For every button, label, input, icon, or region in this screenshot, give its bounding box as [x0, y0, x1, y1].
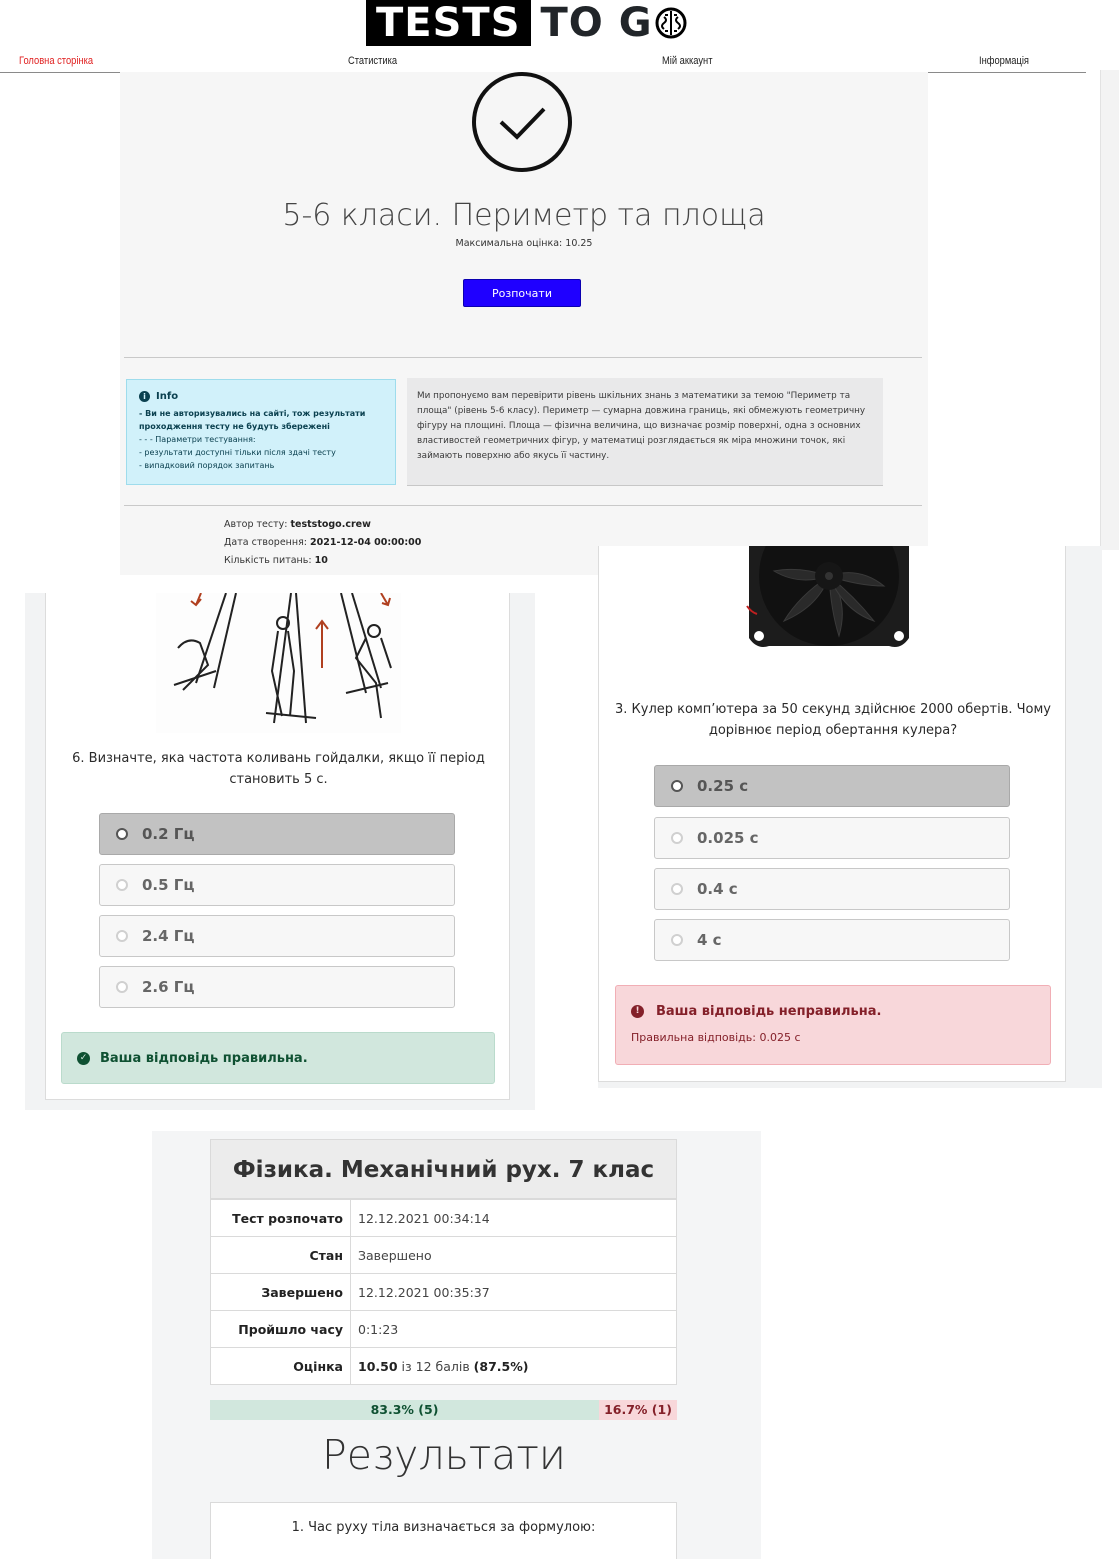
radio-icon [671, 832, 683, 844]
answer-option[interactable]: 4 с [654, 919, 1010, 961]
info-title-text: Info [156, 391, 179, 402]
row-key: Оцінка [210, 1347, 351, 1385]
check-circle-icon: ✓ [77, 1051, 90, 1065]
radio-icon [116, 879, 128, 891]
results-progress-bar: 83.3% (5) 16.7% (1) [210, 1400, 677, 1420]
brain-icon [655, 7, 687, 39]
answer-option[interactable]: 0.025 с [654, 817, 1010, 859]
radio-icon [671, 934, 683, 946]
result-question-card: 1. Час руху тіла визначається за формуло… [210, 1502, 677, 1559]
table-row: Пройшло часу 0:1:23 [210, 1310, 677, 1348]
wrong-answer-alert: ! Ваша відповідь неправильна. Правильна … [615, 985, 1051, 1065]
nav-statistics[interactable]: Статистика [348, 55, 397, 67]
answer-label: 0.025 с [697, 829, 759, 847]
answer-option[interactable]: 2.4 Гц [99, 915, 455, 957]
table-row: Оцінка 10.50 із 12 балів (87.5%) [210, 1347, 677, 1385]
table-row: Завершено 12.12.2021 00:35:37 [210, 1273, 677, 1311]
row-value: Завершено [350, 1236, 677, 1274]
site-logo[interactable]: TESTS TO G [366, 0, 687, 46]
info-warning: - Ви не авторизувались на сайті, тож рез… [139, 409, 366, 431]
feedback-text: Ваша відповідь неправильна. [656, 1004, 882, 1019]
test-description: Ми пропонуємо вам перевірити рівень шкіл… [407, 378, 883, 486]
nav-account[interactable]: Мій аккаунт [662, 55, 712, 67]
answer-option[interactable]: 0.2 Гц [99, 813, 455, 855]
radio-icon [671, 883, 683, 895]
meta-author: Автор тесту: teststogo.crew [224, 519, 371, 530]
meta-created: Дата створення: 2021-12-04 00:00:00 [224, 537, 422, 548]
info-alert: i Info - Ви не авторизувались на сайті, … [126, 379, 396, 485]
answer-label: 0.25 с [697, 777, 749, 795]
scrollbar-track[interactable] [1100, 70, 1119, 550]
answer-label: 0.5 Гц [142, 876, 195, 894]
row-value: 12.12.2021 00:35:37 [350, 1273, 677, 1311]
answer-option[interactable]: 0.4 с [654, 868, 1010, 910]
row-key: Пройшло часу [210, 1310, 351, 1348]
answer-option[interactable]: 0.25 с [654, 765, 1010, 807]
answer-option[interactable]: 0.5 Гц [99, 864, 455, 906]
answer-label: 4 с [697, 931, 722, 949]
info-param: - результати доступні тільки після здачі… [139, 448, 336, 457]
question-text: 3. Кулер комп’ютера за 50 секунд здійсню… [615, 702, 1051, 738]
checkmark-circle-icon [472, 72, 572, 172]
logo-text: TO G [540, 0, 653, 46]
row-key: Завершено [210, 1273, 351, 1311]
radio-icon [116, 981, 128, 993]
row-value: 0:1:23 [350, 1310, 677, 1348]
score-value: 10.50 із 12 балів (87.5%) [350, 1347, 677, 1385]
nav-info[interactable]: Інформація [979, 55, 1029, 67]
exclamation-circle-icon: ! [631, 1005, 644, 1018]
question-text: 6. Визначте, яка частота коливань гойдал… [72, 751, 485, 787]
correct-answer-alert: ✓ Ваша відповідь правильна. [61, 1032, 495, 1084]
answer-label: 0.4 с [697, 880, 738, 898]
table-row: Стан Завершено [210, 1236, 677, 1274]
radio-icon [116, 930, 128, 942]
answer-option[interactable]: 2.6 Гц [99, 966, 455, 1008]
correct-answer-text: Правильна відповідь: 0.025 с [631, 1031, 801, 1044]
wrong-progress: 16.7% (1) [599, 1400, 677, 1420]
question-card: 3. Кулер комп’ютера за 50 секунд здійсню… [598, 546, 1066, 1082]
divider [124, 505, 922, 506]
results-test-title: Фізика. Механічний рух. 7 клас [210, 1139, 677, 1199]
radio-icon [671, 780, 683, 792]
question-card: 6. Визначте, яка частота коливань гойдал… [45, 593, 510, 1100]
swing-illustration [156, 593, 401, 733]
start-test-button[interactable]: Розпочати [463, 279, 581, 307]
info-icon: i [139, 391, 150, 402]
info-param: - випадковий порядок запитань [139, 461, 275, 470]
test-meta: Автор тесту: teststogo.crew Дата створен… [224, 516, 421, 570]
row-key: Стан [210, 1236, 351, 1274]
test-title: 5-6 класи. Периметр та площа [282, 198, 766, 233]
feedback-text: Ваша відповідь правильна. [100, 1050, 308, 1066]
correct-progress: 83.3% (5) [210, 1400, 599, 1420]
answer-label: 0.2 Гц [142, 825, 195, 843]
row-value: 12.12.2021 00:34:14 [350, 1199, 677, 1237]
answer-label: 2.4 Гц [142, 927, 195, 945]
meta-count: Кількість питань: 10 [224, 555, 328, 566]
question-6-panel: 6. Визначте, яка частота коливань гойдал… [25, 593, 535, 1110]
results-heading: Результати [322, 1431, 566, 1479]
results-table: Тест розпочато 12.12.2021 00:34:14 Стан … [210, 1199, 677, 1385]
nav-home[interactable]: Головна сторінка [19, 55, 93, 67]
max-score: Максимальна оцінка: 10.25 [455, 238, 593, 249]
info-title: i Info [139, 390, 383, 403]
wrong-answer-title: ! Ваша відповідь неправильна. [631, 1004, 1035, 1019]
question-3-panel: 3. Кулер комп’ютера за 50 секунд здійсню… [598, 546, 1102, 1088]
results-panel: Фізика. Механічний рух. 7 клас Тест розп… [152, 1131, 761, 1559]
row-key: Тест розпочато [210, 1199, 351, 1237]
logo-boxed-text: TESTS [366, 0, 531, 46]
info-params-label: - - - Параметри тестування: [139, 435, 256, 444]
cooler-fan-image [745, 546, 913, 652]
table-row: Тест розпочато 12.12.2021 00:34:14 [210, 1199, 677, 1237]
radio-icon [116, 828, 128, 840]
top-nav: Головна сторінка Статистика Мій аккаунт … [0, 52, 1086, 73]
divider [124, 357, 922, 358]
answer-label: 2.6 Гц [142, 978, 195, 996]
test-intro-panel: 5-6 класи. Периметр та площа Максимальна… [120, 72, 928, 575]
